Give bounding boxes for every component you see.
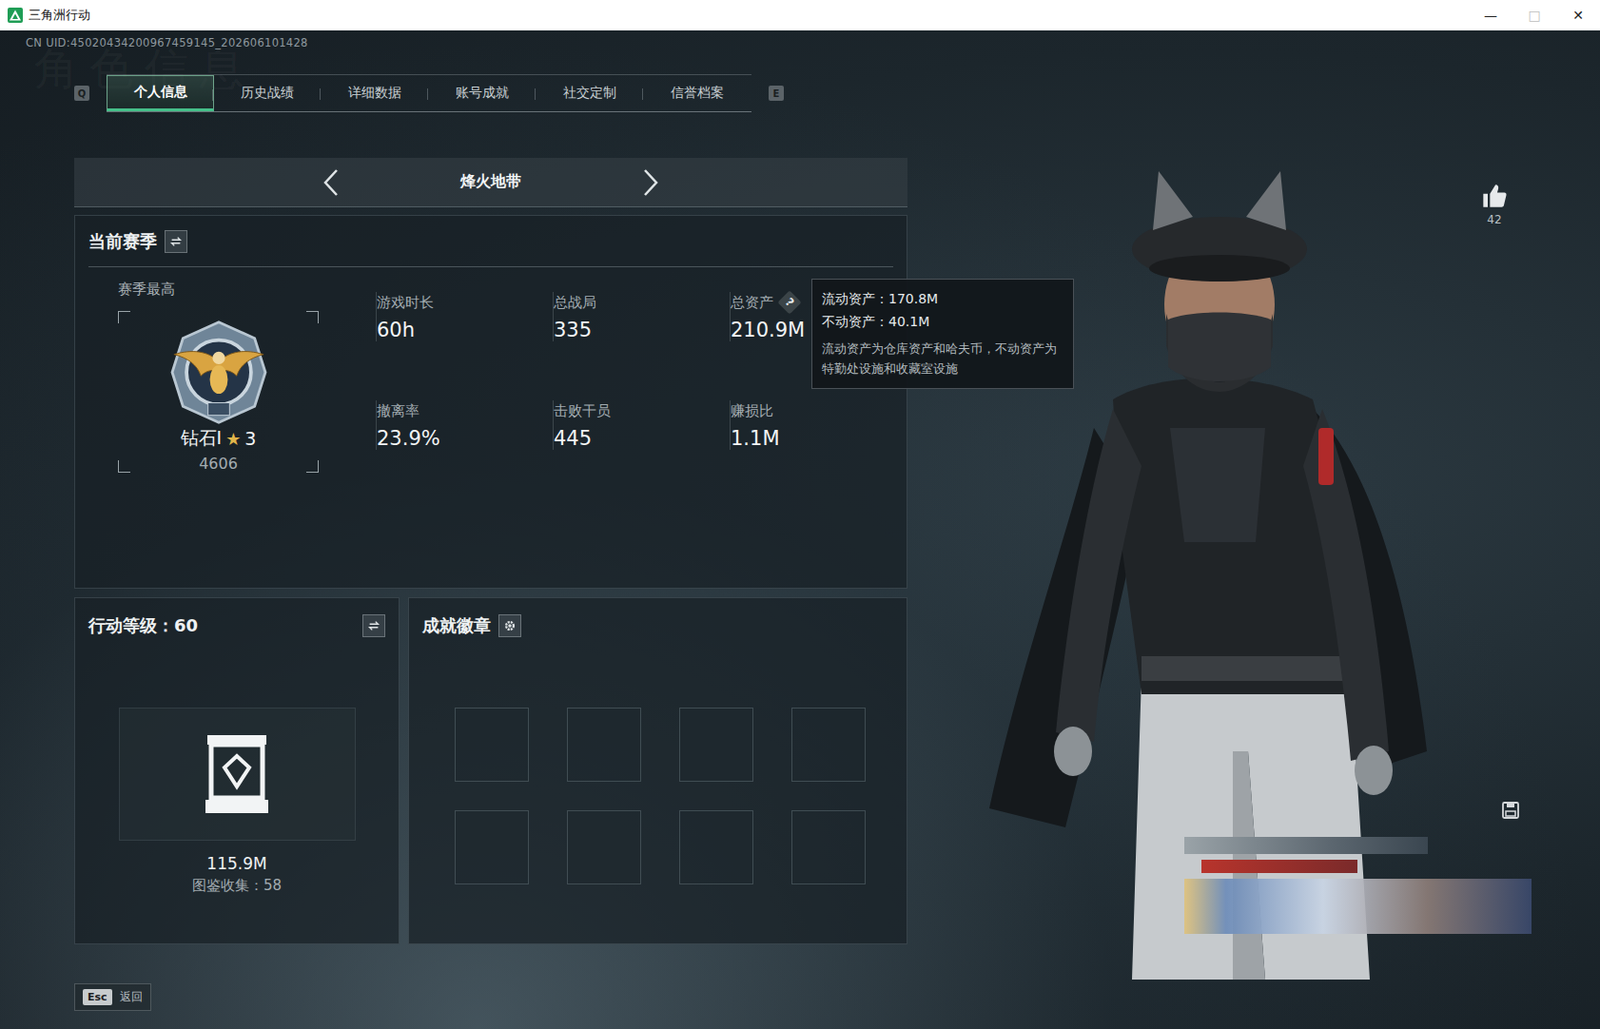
chevron-left-icon[interactable] bbox=[321, 167, 341, 198]
stat-item: 总资产?210.9M流动资产：170.8M不动资产：40.1M流动资产为仓库资产… bbox=[729, 292, 907, 342]
save-icon[interactable] bbox=[1501, 800, 1521, 820]
game-screen: 角色信息42CN UID:45020434200967459145_202606… bbox=[0, 30, 1600, 1029]
best-label: 赛季最高 bbox=[117, 280, 319, 302]
tab-list: 个人信息历史战绩详细数据账号成就社交定制信誉档案 bbox=[106, 74, 752, 113]
stat-value: 335 bbox=[553, 318, 730, 342]
gear-icon bbox=[503, 619, 517, 633]
app-logo-icon bbox=[7, 7, 23, 23]
collection-value: 115.9M bbox=[206, 854, 267, 874]
prev-key-hint[interactable]: Q bbox=[74, 85, 90, 101]
season-body: 赛季最高钻石I★3 4606 游戏时长 60h总战局 335总资产?210.9M流动资产… bbox=[75, 267, 907, 473]
badge-slot[interactable] bbox=[566, 707, 642, 782]
esc-key: Esc bbox=[82, 989, 113, 1006]
rank-name: 钻石I★3 bbox=[180, 426, 257, 451]
tab-bar: Q 个人信息历史战绩详细数据账号成就社交定制信誉档案 E bbox=[74, 74, 908, 113]
window-control-button[interactable]: □ bbox=[1512, 0, 1557, 31]
badge-slot[interactable] bbox=[679, 707, 754, 782]
rank-box: 钻石I★3 4606 bbox=[117, 311, 319, 473]
rank-star: ★ bbox=[225, 429, 241, 449]
tab[interactable]: 信誉档案 bbox=[643, 75, 752, 112]
tooltip-line: 流动资产：170.8M bbox=[821, 287, 1064, 311]
rank-column: 赛季最高钻石I★3 4606 bbox=[117, 280, 319, 473]
tab[interactable]: 社交定制 bbox=[536, 75, 644, 112]
badge-slots bbox=[454, 707, 907, 885]
like-count: 42 bbox=[1486, 213, 1502, 227]
title-bar: 三角洲行动 —□✕ bbox=[0, 0, 1600, 31]
tab[interactable]: 历史战绩 bbox=[214, 75, 322, 112]
mode-selector: 烽火地带 bbox=[74, 157, 908, 208]
badge-title: 成就徽章 bbox=[422, 614, 491, 638]
swap-icon bbox=[367, 619, 381, 633]
stat-value: 1.1M bbox=[730, 427, 907, 450]
assets-tooltip: 流动资产：170.8M不动资产：40.1M 流动资产为仓库资产和哈夫币，不动资产为… bbox=[811, 278, 1074, 390]
collection-box[interactable] bbox=[118, 707, 356, 841]
season-panel: 当前赛季赛季最高钻石I★3 4606 游戏时长 60h总战局 335总资产?210.9M… bbox=[74, 214, 908, 589]
level-title: 行动等级：60 bbox=[88, 614, 198, 638]
blurred-overlay bbox=[1184, 837, 1532, 944]
badge-slot[interactable] bbox=[679, 810, 754, 885]
stat-value: 23.9% bbox=[376, 427, 553, 450]
settings-button[interactable] bbox=[498, 614, 522, 638]
character-figure-icon bbox=[951, 142, 1542, 980]
character-stage bbox=[951, 142, 1542, 980]
badge-slot[interactable] bbox=[791, 810, 866, 885]
swap-button[interactable] bbox=[164, 230, 188, 254]
window-control-button[interactable]: — bbox=[1468, 0, 1513, 31]
season-header: 当前赛季 bbox=[88, 215, 894, 268]
window-control-button[interactable]: ✕ bbox=[1556, 0, 1600, 31]
swap-button[interactable] bbox=[362, 614, 386, 638]
stat-item: 击败干员 445 bbox=[552, 400, 730, 450]
stat-item: 总战局 335 bbox=[552, 292, 730, 342]
stats-grid: 游戏时长 60h总战局 335总资产?210.9M流动资产：170.8M不动资产：4… bbox=[375, 292, 907, 473]
rank-badge-icon bbox=[159, 318, 278, 427]
like-button[interactable]: 42 bbox=[1480, 182, 1509, 227]
collection-count: 图鉴收集：58 bbox=[192, 877, 282, 896]
collection-case-icon bbox=[203, 733, 271, 816]
help-icon[interactable]: ? bbox=[777, 290, 801, 314]
stat-item: 赚损比 1.1M bbox=[729, 400, 907, 450]
badge-slot[interactable] bbox=[791, 707, 866, 782]
uid-label: CN UID:45020434200967459145_202606101428 bbox=[25, 35, 1600, 51]
stat-label: 赚损比 bbox=[730, 400, 907, 422]
thumbs-up-icon bbox=[1481, 182, 1508, 210]
level-panel: 行动等级：60 115.9M 图鉴收集：58 bbox=[74, 597, 400, 945]
stat-value: 445 bbox=[553, 427, 730, 450]
badge-panel: 成就徽章 bbox=[408, 597, 908, 945]
stat-label: 总战局 bbox=[553, 292, 730, 313]
stat-item: 游戏时长 60h bbox=[375, 292, 553, 342]
rank-score: 4606 bbox=[198, 454, 238, 473]
window-controls: —□✕ bbox=[1468, 0, 1600, 31]
tab[interactable]: 账号成就 bbox=[429, 75, 537, 112]
badge-slot[interactable] bbox=[454, 707, 529, 782]
level-header: 行动等级：60 bbox=[88, 598, 386, 654]
window-title: 三角洲行动 bbox=[28, 6, 91, 24]
badge-slot[interactable] bbox=[454, 810, 529, 885]
bottom-row: 行动等级：60 115.9M 图鉴收集：58 成就徽章 bbox=[74, 597, 908, 945]
next-key-hint[interactable]: E bbox=[768, 85, 784, 101]
stat-label: 击败干员 bbox=[553, 400, 730, 422]
stat-item: 撤离率 23.9% bbox=[375, 400, 553, 450]
tab[interactable]: 个人信息 bbox=[106, 75, 215, 112]
profile-column: Q 个人信息历史战绩详细数据账号成就社交定制信誉档案 E 烽火地带当前赛季赛季最高钻石… bbox=[74, 50, 908, 945]
badge-header: 成就徽章 bbox=[422, 598, 894, 654]
badge-slot[interactable] bbox=[566, 810, 642, 885]
stat-label: 游戏时长 bbox=[376, 292, 553, 313]
swap-icon bbox=[169, 234, 183, 249]
mode-label: 烽火地带 bbox=[452, 172, 529, 193]
stat-label: 撤离率 bbox=[376, 400, 553, 422]
tooltip-line: 不动资产：40.1M bbox=[821, 310, 1064, 333]
back-button[interactable]: Esc 返回 bbox=[74, 983, 152, 1012]
chevron-right-icon[interactable] bbox=[641, 167, 661, 198]
season-title: 当前赛季 bbox=[88, 230, 157, 254]
stat-value: 60h bbox=[376, 318, 553, 342]
tab[interactable]: 详细数据 bbox=[321, 75, 430, 112]
back-label: 返回 bbox=[119, 989, 143, 1006]
game-window: 三角洲行动 —□✕角色信息42CN UID:4502043420096745914… bbox=[0, 0, 1600, 1029]
tooltip-note: 流动资产为仓库资产和哈夫币，不动资产为特勤处设施和收藏室设施 bbox=[821, 338, 1064, 379]
